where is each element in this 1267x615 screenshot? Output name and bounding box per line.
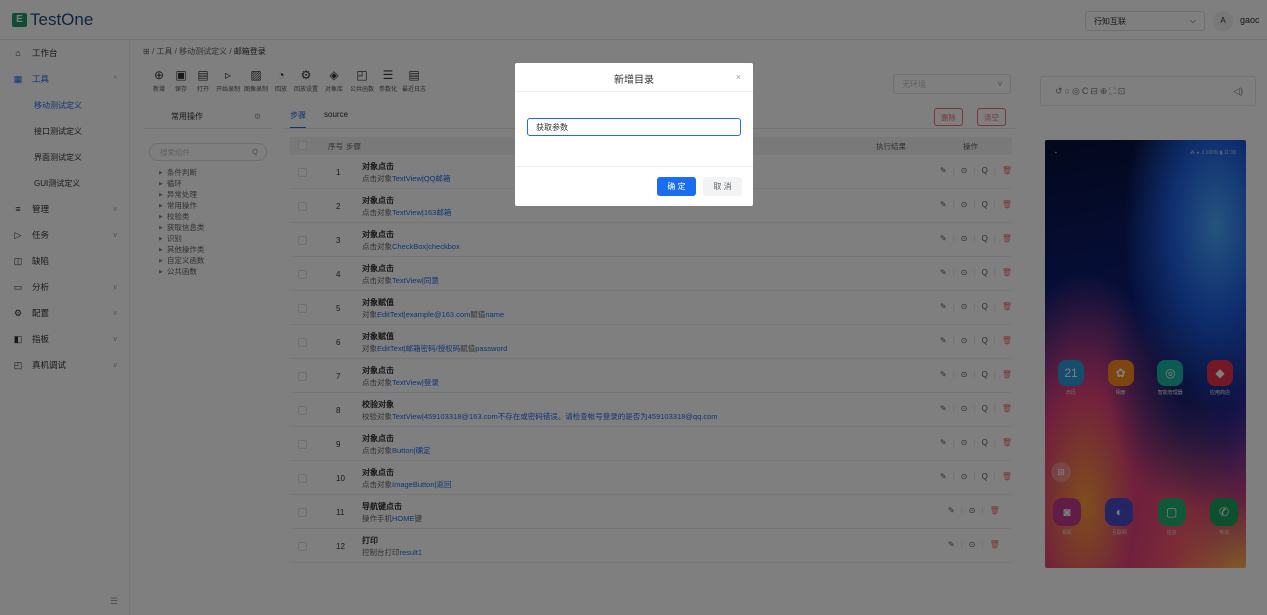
cancel-button[interactable]: 取 消 — [703, 177, 742, 196]
dialog-divider — [515, 91, 753, 92]
dialog-title: 新增目录 — [614, 75, 654, 86]
new-directory-dialog: 新增目录 × 确 定 取 消 — [515, 63, 753, 206]
confirm-button[interactable]: 确 定 — [657, 177, 696, 196]
directory-name-input[interactable] — [527, 118, 741, 136]
close-icon[interactable]: × — [736, 72, 741, 82]
dialog-divider — [515, 166, 753, 167]
